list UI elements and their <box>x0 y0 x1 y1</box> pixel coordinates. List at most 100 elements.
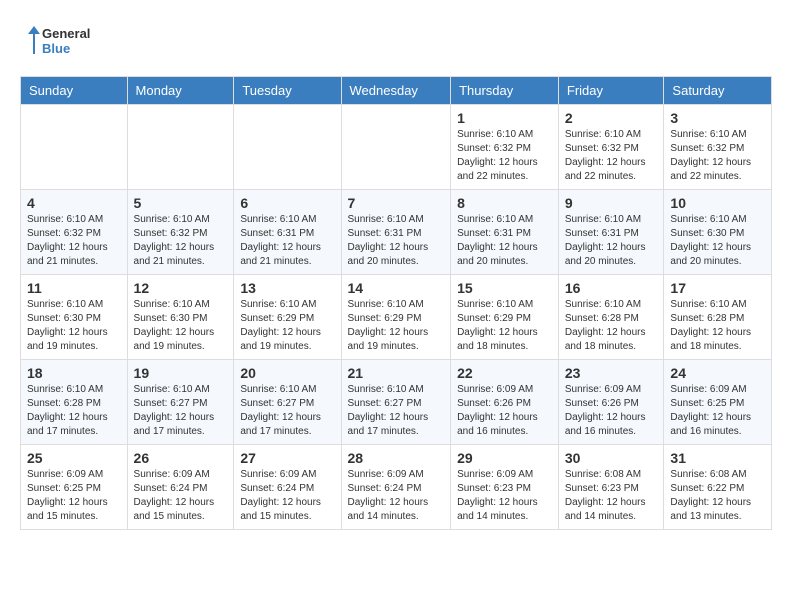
weekday-header-thursday: Thursday <box>451 77 559 105</box>
day-cell: 10Sunrise: 6:10 AM Sunset: 6:30 PM Dayli… <box>664 190 772 275</box>
day-number: 27 <box>240 450 334 466</box>
day-cell: 23Sunrise: 6:09 AM Sunset: 6:26 PM Dayli… <box>558 360 664 445</box>
day-cell: 26Sunrise: 6:09 AM Sunset: 6:24 PM Dayli… <box>127 445 234 530</box>
svg-text:Blue: Blue <box>42 41 70 56</box>
day-info: Sunrise: 6:10 AM Sunset: 6:32 PM Dayligh… <box>134 213 228 269</box>
header: General Blue <box>20 20 772 60</box>
day-number: 20 <box>240 365 334 381</box>
day-cell: 27 Sunrise: 6:09 AM Sunset: 6:24 PM Dayli… <box>234 445 341 530</box>
week-row-4: 18 Sunrise: 6:10 AM Sunset: 6:28 PM Dayli… <box>21 360 772 445</box>
day-number: 7 <box>348 195 445 211</box>
day-info: Sunrise: 6:10 AM Sunset: 6:31 PM Dayligh… <box>457 213 552 269</box>
day-cell: 14 Sunrise: 6:10 AM Sunset: 6:29 PM Dayli… <box>341 275 451 360</box>
day-number: 30 <box>565 450 658 466</box>
day-cell: 2 Sunrise: 6:10 AM Sunset: 6:32 PM Daylig… <box>558 105 664 190</box>
day-info: Sunrise: 6:09 AM Sunset: 6:24 PM Dayligh… <box>348 468 445 524</box>
svg-text:General: General <box>42 26 90 41</box>
day-number: 5 <box>134 195 228 211</box>
day-info: Sunrise: 6:10 AM Sunset: 6:31 PM Dayligh… <box>565 213 658 269</box>
day-cell: 3 Sunrise: 6:10 AM Sunset: 6:32 PM Daylig… <box>664 105 772 190</box>
logo-svg: General Blue <box>20 20 120 60</box>
day-info: Sunrise: 6:10 AM Sunset: 6:30 PM Dayligh… <box>670 213 765 269</box>
weekday-header-tuesday: Tuesday <box>234 77 341 105</box>
weekday-header-friday: Friday <box>558 77 664 105</box>
weekday-header-saturday: Saturday <box>664 77 772 105</box>
day-number: 12 <box>134 280 228 296</box>
day-info: Sunrise: 6:10 AM Sunset: 6:32 PM Dayligh… <box>457 128 552 184</box>
day-cell: 6 Sunrise: 6:10 AM Sunset: 6:31 PM Daylig… <box>234 190 341 275</box>
day-cell: 21 Sunrise: 6:10 AM Sunset: 6:27 PM Dayli… <box>341 360 451 445</box>
day-cell: 15 Sunrise: 6:10 AM Sunset: 6:29 PM Dayli… <box>451 275 559 360</box>
day-cell: 31 Sunrise: 6:08 AM Sunset: 6:22 PM Dayli… <box>664 445 772 530</box>
day-info: Sunrise: 6:10 AM Sunset: 6:29 PM Dayligh… <box>240 298 334 354</box>
day-info: Sunrise: 6:10 AM Sunset: 6:31 PM Dayligh… <box>348 213 445 269</box>
day-info: Sunrise: 6:09 AM Sunset: 6:25 PM Dayligh… <box>27 468 121 524</box>
day-number: 18 <box>27 365 121 381</box>
day-info: Sunrise: 6:10 AM Sunset: 6:27 PM Dayligh… <box>348 383 445 439</box>
week-row-1: 1 Sunrise: 6:10 AM Sunset: 6:32 PM Daylig… <box>21 105 772 190</box>
day-number: 6 <box>240 195 334 211</box>
day-number: 1 <box>457 110 552 126</box>
day-cell: 12 Sunrise: 6:10 AM Sunset: 6:30 PM Dayli… <box>127 275 234 360</box>
day-cell: 28Sunrise: 6:09 AM Sunset: 6:24 PM Dayli… <box>341 445 451 530</box>
day-number: 4 <box>27 195 121 211</box>
day-number: 9 <box>565 195 658 211</box>
day-number: 13 <box>240 280 334 296</box>
day-info: Sunrise: 6:09 AM Sunset: 6:26 PM Dayligh… <box>457 383 552 439</box>
day-info: Sunrise: 6:08 AM Sunset: 6:22 PM Dayligh… <box>670 468 765 524</box>
day-info: Sunrise: 6:09 AM Sunset: 6:25 PM Dayligh… <box>670 383 765 439</box>
day-cell <box>234 105 341 190</box>
day-cell: 9 Sunrise: 6:10 AM Sunset: 6:31 PM Daylig… <box>558 190 664 275</box>
day-cell: 13 Sunrise: 6:10 AM Sunset: 6:29 PM Dayli… <box>234 275 341 360</box>
weekday-header-monday: Monday <box>127 77 234 105</box>
day-number: 25 <box>27 450 121 466</box>
day-cell: 7 Sunrise: 6:10 AM Sunset: 6:31 PM Daylig… <box>341 190 451 275</box>
day-number: 21 <box>348 365 445 381</box>
calendar: SundayMondayTuesdayWednesdayThursdayFrid… <box>20 76 772 530</box>
page: General Blue SundayMondayTuesdayWednesda… <box>0 0 792 540</box>
day-info: Sunrise: 6:09 AM Sunset: 6:24 PM Dayligh… <box>134 468 228 524</box>
day-number: 16 <box>565 280 658 296</box>
day-number: 24 <box>670 365 765 381</box>
day-number: 3 <box>670 110 765 126</box>
week-row-3: 11 Sunrise: 6:10 AM Sunset: 6:30 PM Dayli… <box>21 275 772 360</box>
day-cell: 22Sunrise: 6:09 AM Sunset: 6:26 PM Dayli… <box>451 360 559 445</box>
day-info: Sunrise: 6:09 AM Sunset: 6:26 PM Dayligh… <box>565 383 658 439</box>
day-number: 11 <box>27 280 121 296</box>
weekday-header-wednesday: Wednesday <box>341 77 451 105</box>
day-number: 17 <box>670 280 765 296</box>
day-info: Sunrise: 6:10 AM Sunset: 6:32 PM Dayligh… <box>670 128 765 184</box>
day-cell: 17 Sunrise: 6:10 AM Sunset: 6:28 PM Dayli… <box>664 275 772 360</box>
day-info: Sunrise: 6:10 AM Sunset: 6:29 PM Dayligh… <box>348 298 445 354</box>
day-info: Sunrise: 6:10 AM Sunset: 6:28 PM Dayligh… <box>670 298 765 354</box>
day-cell: 18 Sunrise: 6:10 AM Sunset: 6:28 PM Dayli… <box>21 360 128 445</box>
day-cell <box>341 105 451 190</box>
day-number: 19 <box>134 365 228 381</box>
day-cell: 16Sunrise: 6:10 AM Sunset: 6:28 PM Dayli… <box>558 275 664 360</box>
day-cell: 25 Sunrise: 6:09 AM Sunset: 6:25 PM Dayli… <box>21 445 128 530</box>
day-info: Sunrise: 6:09 AM Sunset: 6:24 PM Dayligh… <box>240 468 334 524</box>
day-info: Sunrise: 6:10 AM Sunset: 6:28 PM Dayligh… <box>27 383 121 439</box>
day-info: Sunrise: 6:10 AM Sunset: 6:32 PM Dayligh… <box>565 128 658 184</box>
day-number: 31 <box>670 450 765 466</box>
day-cell: 19Sunrise: 6:10 AM Sunset: 6:27 PM Dayli… <box>127 360 234 445</box>
day-cell: 5 Sunrise: 6:10 AM Sunset: 6:32 PM Daylig… <box>127 190 234 275</box>
day-number: 15 <box>457 280 552 296</box>
day-info: Sunrise: 6:10 AM Sunset: 6:32 PM Dayligh… <box>27 213 121 269</box>
day-info: Sunrise: 6:10 AM Sunset: 6:31 PM Dayligh… <box>240 213 334 269</box>
day-info: Sunrise: 6:10 AM Sunset: 6:30 PM Dayligh… <box>27 298 121 354</box>
day-info: Sunrise: 6:10 AM Sunset: 6:27 PM Dayligh… <box>240 383 334 439</box>
day-info: Sunrise: 6:10 AM Sunset: 6:30 PM Dayligh… <box>134 298 228 354</box>
day-cell: 24 Sunrise: 6:09 AM Sunset: 6:25 PM Dayli… <box>664 360 772 445</box>
week-row-5: 25 Sunrise: 6:09 AM Sunset: 6:25 PM Dayli… <box>21 445 772 530</box>
week-row-2: 4 Sunrise: 6:10 AM Sunset: 6:32 PM Daylig… <box>21 190 772 275</box>
weekday-header-row: SundayMondayTuesdayWednesdayThursdayFrid… <box>21 77 772 105</box>
day-cell: 30Sunrise: 6:08 AM Sunset: 6:23 PM Dayli… <box>558 445 664 530</box>
day-number: 14 <box>348 280 445 296</box>
day-number: 2 <box>565 110 658 126</box>
day-cell <box>21 105 128 190</box>
day-info: Sunrise: 6:10 AM Sunset: 6:29 PM Dayligh… <box>457 298 552 354</box>
day-cell: 8 Sunrise: 6:10 AM Sunset: 6:31 PM Daylig… <box>451 190 559 275</box>
day-cell: 1 Sunrise: 6:10 AM Sunset: 6:32 PM Daylig… <box>451 105 559 190</box>
day-number: 8 <box>457 195 552 211</box>
